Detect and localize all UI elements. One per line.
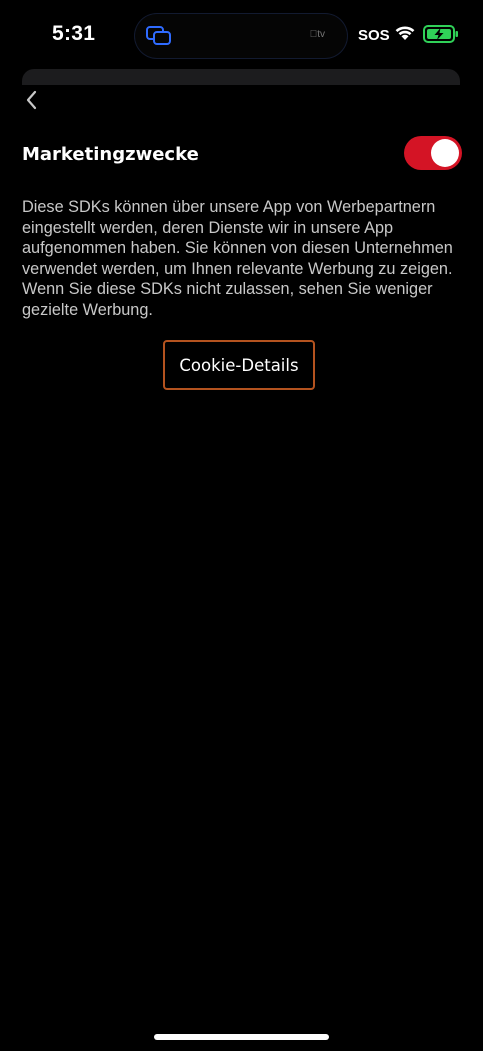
status-bar: 5:31 tv SOS [0, 0, 483, 70]
apple-tv-label: tv [310, 29, 325, 40]
section-description: Diese SDKs können über unsere App von We… [22, 198, 453, 319]
status-time: 5:31 [52, 22, 96, 45]
marketing-toggle[interactable] [404, 136, 462, 170]
dynamic-island[interactable]: tv [135, 14, 347, 58]
home-indicator[interactable] [154, 1034, 329, 1040]
toggle-knob [431, 139, 459, 167]
section-title: Marketingzwecke [22, 144, 199, 165]
screen-mirroring-icon [146, 26, 171, 45]
cookie-details-button[interactable]: Cookie-Details [163, 340, 315, 390]
wifi-icon [395, 26, 415, 40]
sheet-header [22, 69, 460, 85]
back-chevron-icon[interactable] [20, 86, 44, 114]
battery-charging-icon [423, 25, 458, 43]
sos-indicator: SOS [358, 27, 390, 44]
